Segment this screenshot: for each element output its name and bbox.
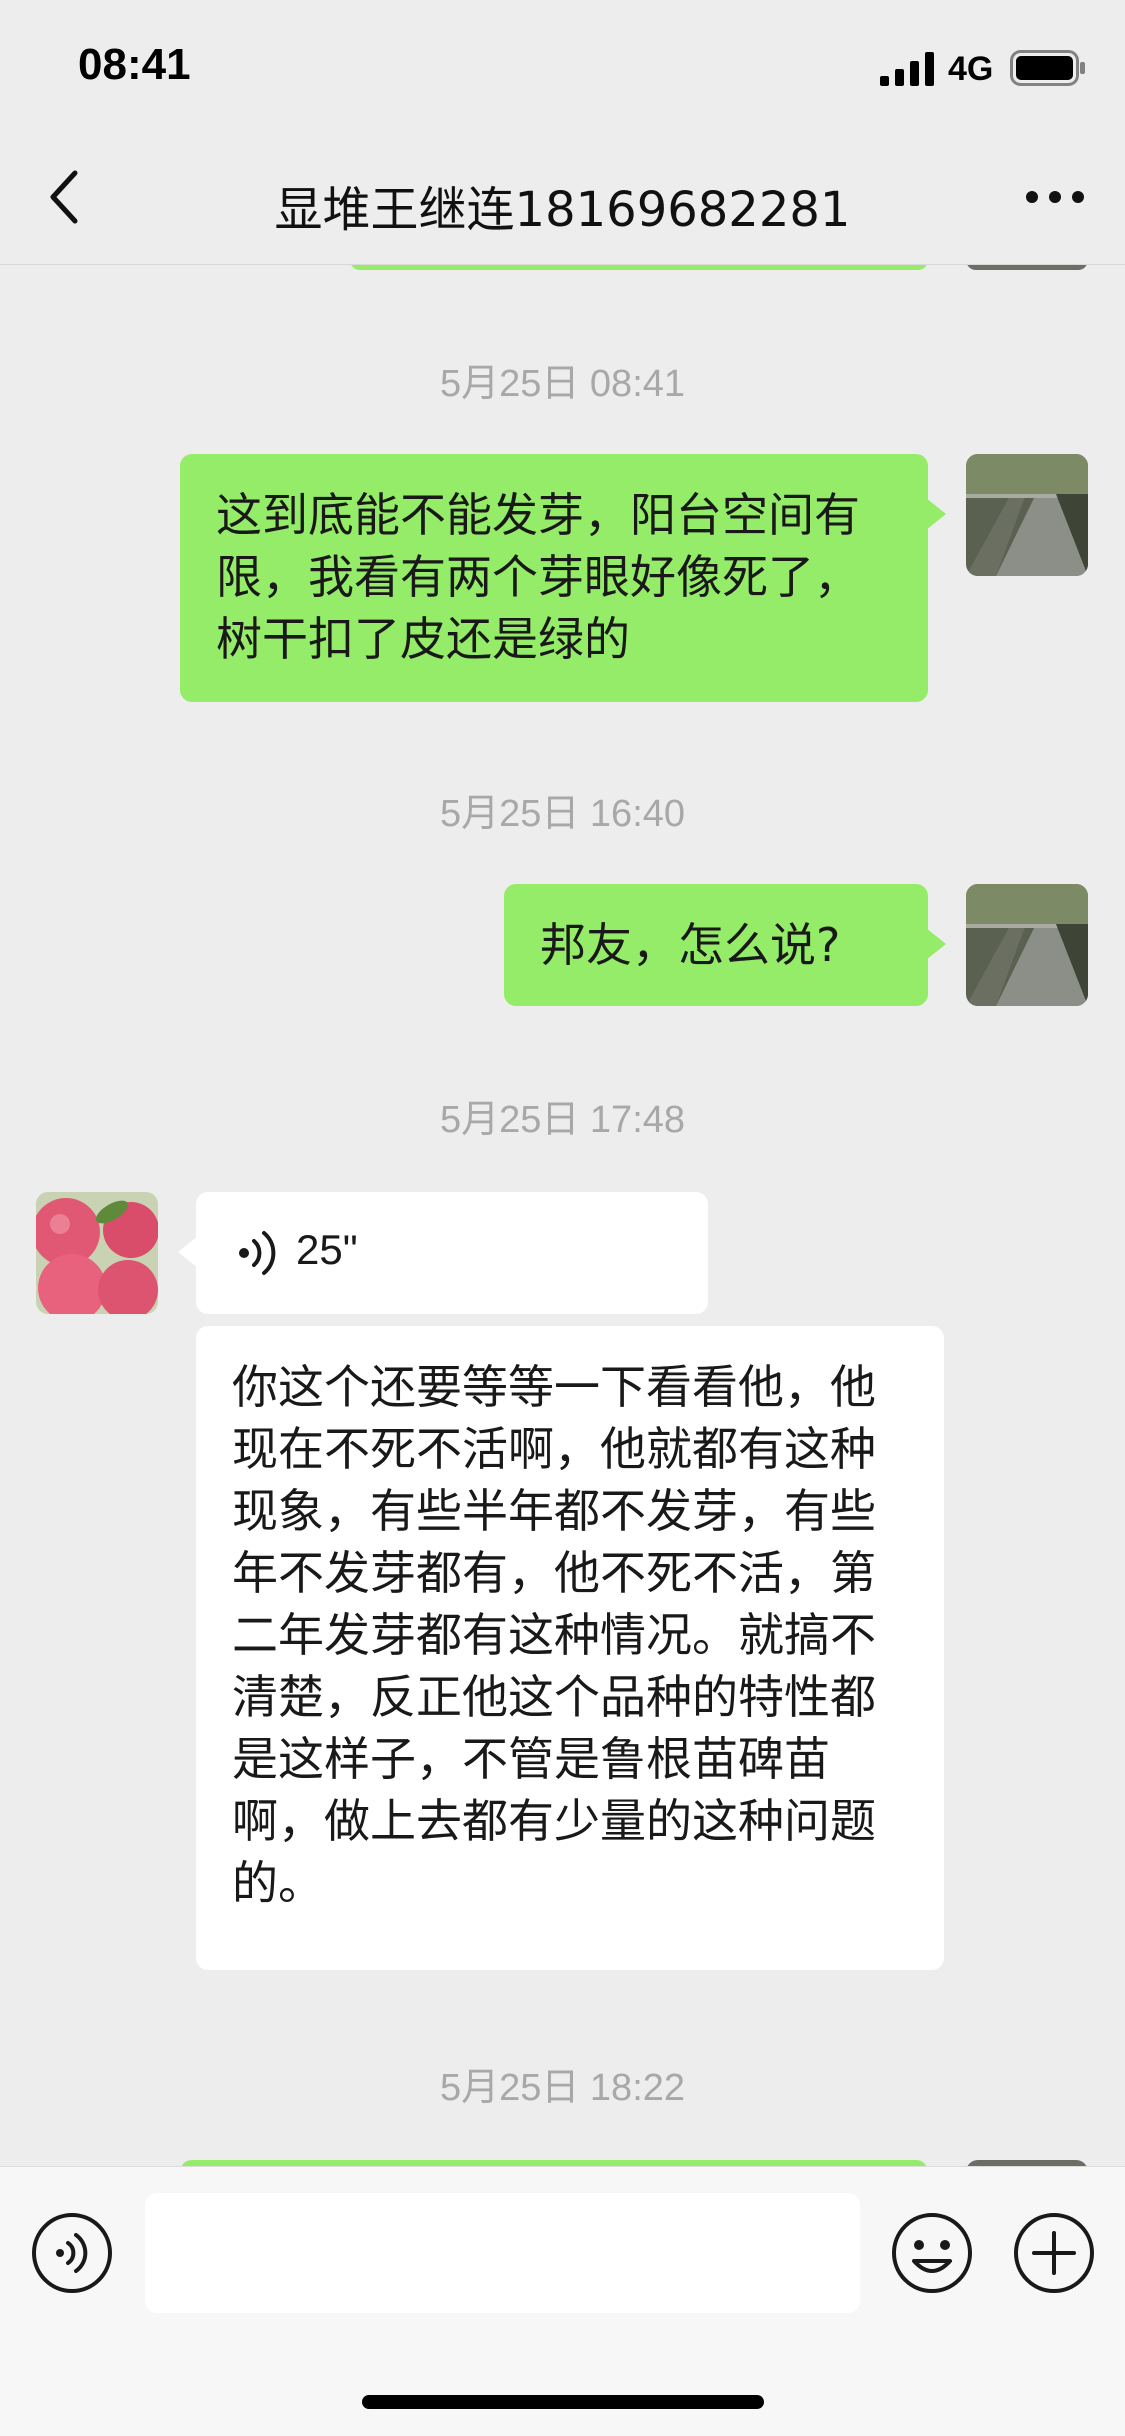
status-bar: 08:41 4G	[0, 0, 1125, 132]
path-photo-avatar-image	[966, 884, 1088, 1006]
voice-message-bubble[interactable]: 25"	[178, 1192, 708, 1314]
received-message-bubble[interactable]: 你这个还要等等一下看看他，他现在不死不活啊，他就都有这种现象，有些半年都不发芽，…	[196, 1326, 944, 1970]
message-input[interactable]	[145, 2193, 860, 2313]
message-timestamp: 5月25日 18:22	[439, 2067, 686, 2109]
more-options-button[interactable]	[1015, 162, 1095, 232]
input-bar	[0, 2166, 1125, 2436]
user-avatar[interactable]	[966, 454, 1088, 576]
add-button[interactable]	[1012, 2211, 1096, 2295]
sent-message-bubble[interactable]: 这到底能不能发芽，阳台空间有限，我看有两个芽眼好像死了，树干扣了皮还是绿的	[180, 454, 946, 702]
voice-duration: 25"	[296, 1226, 358, 1273]
peach-photo-avatar-image	[36, 1192, 158, 1314]
message-timestamp: 5月25日 16:40	[439, 793, 686, 835]
cellular-signal-icon	[880, 52, 934, 86]
more-horizontal-icon	[1026, 191, 1084, 203]
sent-message-bubble[interactable]: 邦友，怎么说?	[504, 884, 946, 1006]
message-timestamp: 5月25日 17:48	[439, 1099, 686, 1141]
network-type: 4G	[948, 50, 994, 88]
home-indicator[interactable]	[362, 2395, 764, 2409]
chat-header: 显堆王继连18169682281	[0, 132, 1125, 265]
voice-input-icon	[32, 2213, 112, 2293]
message-timestamp: 5月25日 08:41	[439, 363, 686, 405]
voice-input-button[interactable]	[30, 2211, 114, 2295]
battery-icon	[1010, 50, 1085, 86]
user-avatar[interactable]	[966, 884, 1088, 1006]
path-photo-avatar-image	[966, 454, 1088, 576]
emoji-icon	[892, 2213, 972, 2293]
voice-wave-icon	[239, 1231, 276, 1275]
status-time: 08:41	[78, 40, 191, 89]
plus-circle-icon	[1014, 2213, 1094, 2293]
message-list[interactable]: 5月25日 08:41 这到底能不能发芽，阳台空间有限，我看有两个芽眼好像死了，…	[0, 264, 1125, 2166]
contact-avatar[interactable]	[36, 1192, 158, 1314]
chat-title: 显堆王继连18169682281	[274, 182, 851, 238]
emoji-button[interactable]	[890, 2211, 974, 2295]
chat-screen: 08:41 4G 显堆王继连18169682281 5月25日 08:41 这到…	[0, 0, 1125, 2436]
